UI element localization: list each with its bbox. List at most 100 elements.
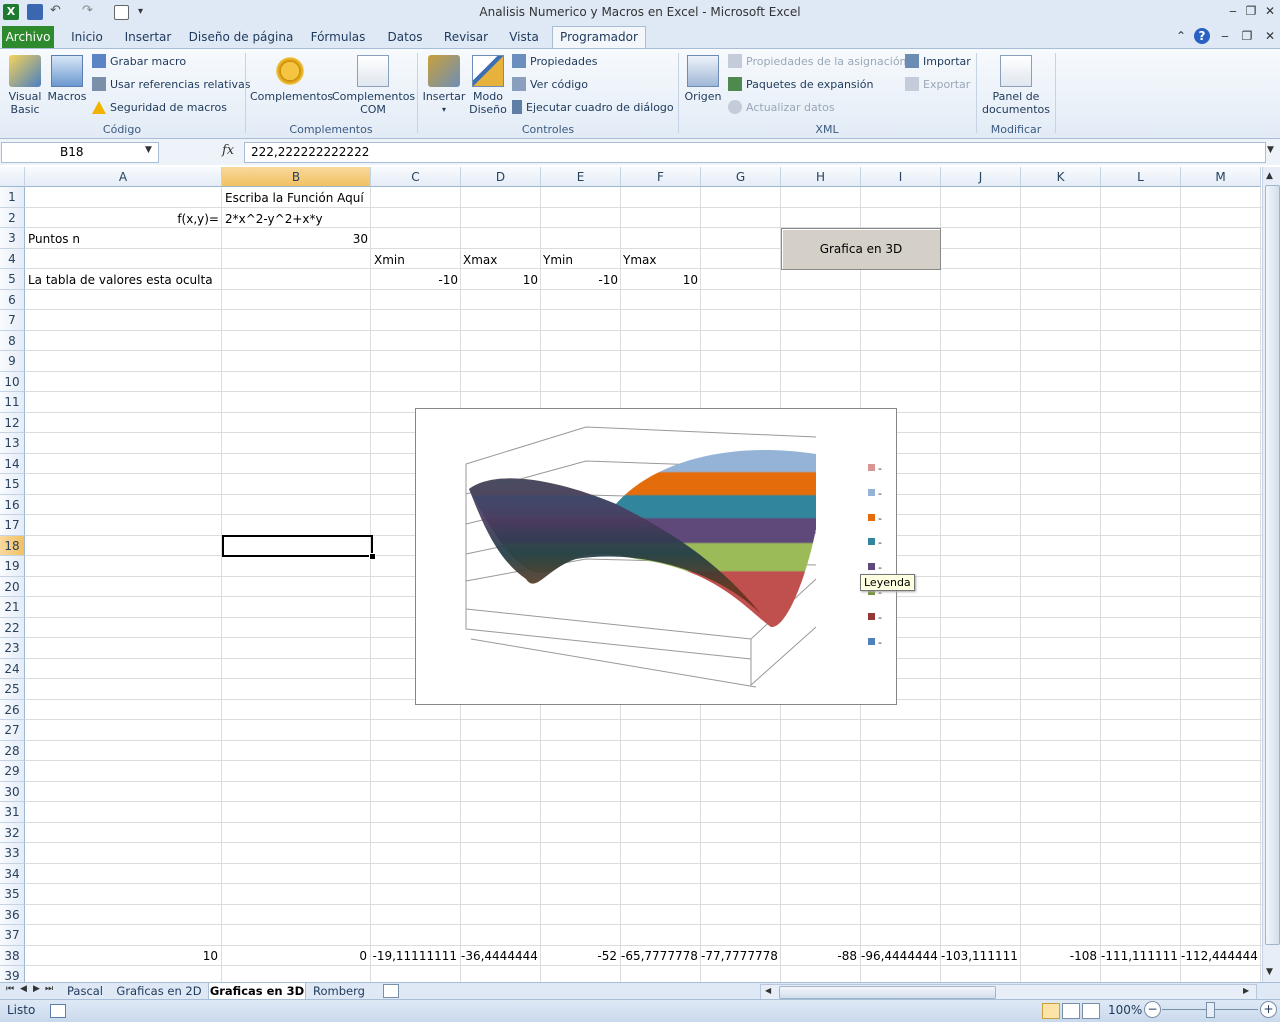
close-icon[interactable]: ✕ bbox=[1261, 3, 1279, 19]
column-header-J[interactable]: J bbox=[941, 167, 1021, 187]
row-header-15[interactable]: 15 bbox=[0, 474, 25, 495]
tab-diseno-pagina[interactable]: Diseño de página bbox=[186, 27, 296, 48]
column-header-G[interactable]: G bbox=[701, 167, 781, 187]
row-header-14[interactable]: 14 bbox=[0, 453, 25, 474]
page-layout-view-icon[interactable] bbox=[1062, 1003, 1080, 1019]
cell-F4[interactable]: Ymax bbox=[623, 250, 656, 270]
row-header-29[interactable]: 29 bbox=[0, 761, 25, 782]
workbook-close-icon[interactable]: ✕ bbox=[1261, 28, 1279, 44]
propiedades-asignacion-button[interactable]: Propiedades de la asignación bbox=[728, 53, 907, 71]
column-header-E[interactable]: E bbox=[541, 167, 621, 187]
cell-A38[interactable]: 10 bbox=[25, 946, 218, 966]
origen-button[interactable]: Origen bbox=[682, 55, 724, 103]
paquetes-expansion-button[interactable]: Paquetes de expansión bbox=[728, 76, 873, 94]
column-header-M[interactable]: M bbox=[1181, 167, 1261, 187]
cell-D4[interactable]: Xmax bbox=[463, 250, 497, 270]
cell-A2[interactable]: f(x,y)= bbox=[25, 209, 219, 229]
scroll-right-icon[interactable]: ▶ bbox=[1243, 986, 1249, 995]
grafica-3d-button[interactable]: Grafica en 3D bbox=[781, 228, 941, 270]
tab-revisar[interactable]: Revisar bbox=[440, 27, 492, 48]
row-header-25[interactable]: 25 bbox=[0, 679, 25, 700]
prev-sheet-icon[interactable]: ◀ bbox=[20, 984, 27, 994]
legend-entry[interactable]: - bbox=[868, 635, 882, 649]
macro-record-icon[interactable] bbox=[50, 1004, 66, 1018]
row-header-27[interactable]: 27 bbox=[0, 720, 25, 741]
column-header-F[interactable]: F bbox=[621, 167, 701, 187]
modo-diseno-button[interactable]: Modo Diseño bbox=[466, 55, 510, 116]
tab-datos[interactable]: Datos bbox=[380, 27, 430, 48]
cell-A5[interactable]: La tabla de valores esta oculta bbox=[28, 270, 213, 290]
workbook-minimize-icon[interactable]: ‒ bbox=[1216, 28, 1234, 44]
cell-H38[interactable]: -88 bbox=[781, 946, 857, 966]
cell-E4[interactable]: Ymin bbox=[543, 250, 573, 270]
row-header-31[interactable]: 31 bbox=[0, 802, 25, 823]
row-header-36[interactable]: 36 bbox=[0, 904, 25, 925]
sheet-tab-romberg[interactable]: Romberg bbox=[308, 983, 370, 999]
complementos-com-button[interactable]: Complementos COM bbox=[332, 55, 415, 116]
legend-entry[interactable]: - bbox=[868, 560, 882, 574]
tab-formulas[interactable]: Fórmulas bbox=[306, 27, 370, 48]
panel-documentos-button[interactable]: Panel de documentos bbox=[980, 55, 1052, 116]
macros-button[interactable]: Macros bbox=[46, 55, 88, 103]
visual-basic-button[interactable]: Visual Basic bbox=[4, 55, 46, 116]
row-header-35[interactable]: 35 bbox=[0, 884, 25, 905]
row-header-22[interactable]: 22 bbox=[0, 617, 25, 638]
normal-view-icon[interactable] bbox=[1042, 1003, 1060, 1019]
zoom-slider-thumb[interactable] bbox=[1206, 1002, 1215, 1018]
cell-B38[interactable]: 0 bbox=[222, 946, 367, 966]
row-header-17[interactable]: 17 bbox=[0, 515, 25, 536]
tab-inicio[interactable]: Inicio bbox=[64, 27, 110, 48]
help-icon[interactable]: ? bbox=[1194, 28, 1210, 44]
legend-entry[interactable]: - bbox=[868, 535, 882, 549]
cell-M38[interactable]: -112,444444 bbox=[1181, 946, 1258, 966]
cell-B3[interactable]: 30 bbox=[223, 229, 368, 249]
row-header-5[interactable]: 5 bbox=[0, 269, 25, 290]
importar-button[interactable]: Importar bbox=[905, 53, 971, 71]
row-header-16[interactable]: 16 bbox=[0, 494, 25, 515]
row-header-3[interactable]: 3 bbox=[0, 228, 25, 249]
cell-D38[interactable]: -36,4444444 bbox=[461, 946, 538, 966]
cell-L38[interactable]: -111,111111 bbox=[1101, 946, 1178, 966]
column-header-L[interactable]: L bbox=[1101, 167, 1181, 187]
row-header-23[interactable]: 23 bbox=[0, 638, 25, 659]
cell-B1[interactable]: Escriba la Función Aquí bbox=[225, 188, 364, 208]
scroll-down-icon[interactable]: ▼ bbox=[1266, 967, 1273, 977]
zoom-in-icon[interactable]: + bbox=[1260, 1001, 1277, 1018]
active-cell-B18[interactable] bbox=[222, 535, 373, 557]
cell-J38[interactable]: -103,111111 bbox=[941, 946, 1018, 966]
row-header-33[interactable]: 33 bbox=[0, 843, 25, 864]
actualizar-datos-button[interactable]: Actualizar datos bbox=[728, 99, 835, 117]
row-header-18[interactable]: 18 bbox=[0, 535, 25, 556]
complementos-button[interactable]: Complementos bbox=[250, 55, 333, 103]
row-header-2[interactable]: 2 bbox=[0, 207, 25, 228]
row-header-32[interactable]: 32 bbox=[0, 822, 25, 843]
grabar-macro-button[interactable]: Grabar macro bbox=[92, 53, 186, 71]
cell-F38[interactable]: -65,7777778 bbox=[621, 946, 698, 966]
seguridad-macros-button[interactable]: Seguridad de macros bbox=[92, 99, 227, 117]
cell-G38[interactable]: -77,7777778 bbox=[701, 946, 778, 966]
formula-input[interactable]: 222,222222222222 bbox=[244, 142, 1266, 163]
scroll-thumb[interactable] bbox=[1265, 185, 1280, 945]
column-header-C[interactable]: C bbox=[371, 167, 461, 187]
surface-chart[interactable]: -------- Leyenda bbox=[415, 408, 915, 705]
row-header-12[interactable]: 12 bbox=[0, 412, 25, 433]
row-header-24[interactable]: 24 bbox=[0, 658, 25, 679]
exportar-button[interactable]: Exportar bbox=[905, 76, 970, 94]
row-header-37[interactable]: 37 bbox=[0, 925, 25, 946]
legend-entry[interactable]: - bbox=[868, 511, 882, 525]
tab-vista[interactable]: Vista bbox=[502, 27, 546, 48]
row-header-10[interactable]: 10 bbox=[0, 371, 25, 392]
sheet-tab-pascal[interactable]: Pascal bbox=[62, 983, 108, 999]
tab-programador[interactable]: Programador bbox=[552, 26, 646, 49]
legend-entry[interactable]: - bbox=[868, 486, 882, 500]
column-header-I[interactable]: I bbox=[861, 167, 941, 187]
row-header-8[interactable]: 8 bbox=[0, 330, 25, 351]
next-sheet-icon[interactable]: ▶ bbox=[33, 984, 40, 994]
cell-F5[interactable]: 10 bbox=[621, 270, 698, 290]
sheet-tab-graficas-3d[interactable]: Graficas en 3D bbox=[208, 983, 306, 1000]
legend-entry[interactable]: - bbox=[868, 461, 882, 475]
row-header-4[interactable]: 4 bbox=[0, 248, 25, 269]
insert-sheet-icon[interactable] bbox=[383, 984, 399, 998]
row-header-34[interactable]: 34 bbox=[0, 863, 25, 884]
scroll-left-icon[interactable]: ◀ bbox=[765, 986, 771, 995]
